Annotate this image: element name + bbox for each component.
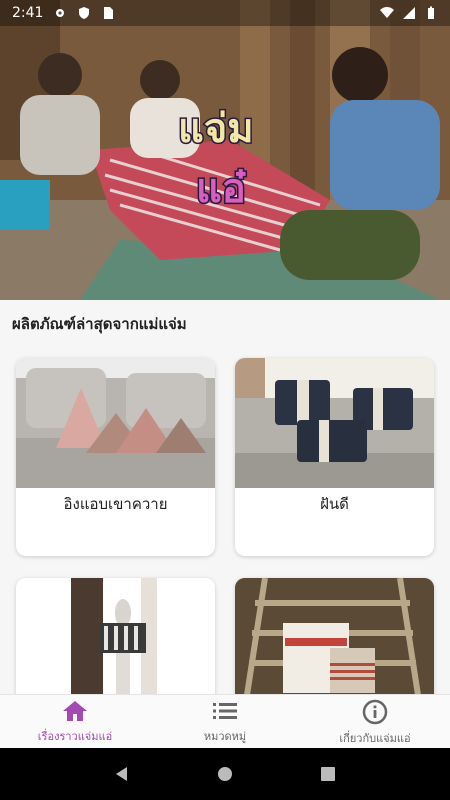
battery-icon: [428, 6, 434, 19]
home-icon: [63, 701, 87, 721]
product-card[interactable]: ฝันดี: [235, 358, 434, 556]
back-icon[interactable]: [113, 765, 131, 783]
status-time: 2:41: [12, 5, 44, 21]
list-icon: [213, 703, 237, 719]
nav-item-about[interactable]: เกี่ยวกับแจ่มแอ่: [300, 695, 450, 748]
svg-text:แจ่ม: แจ่ม: [178, 106, 254, 152]
nav-label: เกี่ยวกับแจ่มแอ่: [339, 732, 411, 745]
sim-card-icon: [104, 7, 114, 19]
settings-icon: [56, 9, 65, 17]
system-navigation-bar: [0, 748, 450, 800]
nav-item-categories[interactable]: หมวดหมู่: [150, 695, 300, 748]
recents-icon[interactable]: [319, 765, 337, 783]
product-card[interactable]: อิงแอบเขาควาย: [16, 358, 215, 556]
nav-label: เรื่องราวแจ่มแอ่: [37, 730, 113, 743]
svg-text:แอ๋: แอ๋: [196, 166, 246, 212]
info-icon: [362, 699, 388, 725]
bottom-navigation: เรื่องราวแจ่มแอ่ หมวดหมู่ เกี่ยวกับแจ่มแ…: [0, 694, 450, 748]
signal-icon: [403, 7, 415, 19]
hero-banner: แจ่ม แอ๋: [0, 0, 450, 300]
brand-logo: แจ่ม แอ๋: [177, 105, 256, 214]
shield-icon: [79, 7, 90, 19]
product-image: [16, 358, 215, 488]
nav-item-stories[interactable]: เรื่องราวแจ่มแอ่: [0, 695, 150, 748]
home-button-icon[interactable]: [216, 765, 234, 783]
product-name: อิงแอบเขาควาย: [63, 495, 168, 513]
section-title: ผลิตภัณฑ์ล่าสุดจากแม่แจ่ม: [12, 315, 187, 333]
product-image: [16, 578, 215, 708]
product-image: [235, 358, 434, 488]
nav-label: หมวดหมู่: [203, 730, 247, 743]
wifi-icon: [380, 7, 394, 18]
status-bar: 2:41: [0, 0, 450, 26]
product-image: [235, 578, 434, 708]
product-name: ฝันดี: [320, 495, 349, 513]
